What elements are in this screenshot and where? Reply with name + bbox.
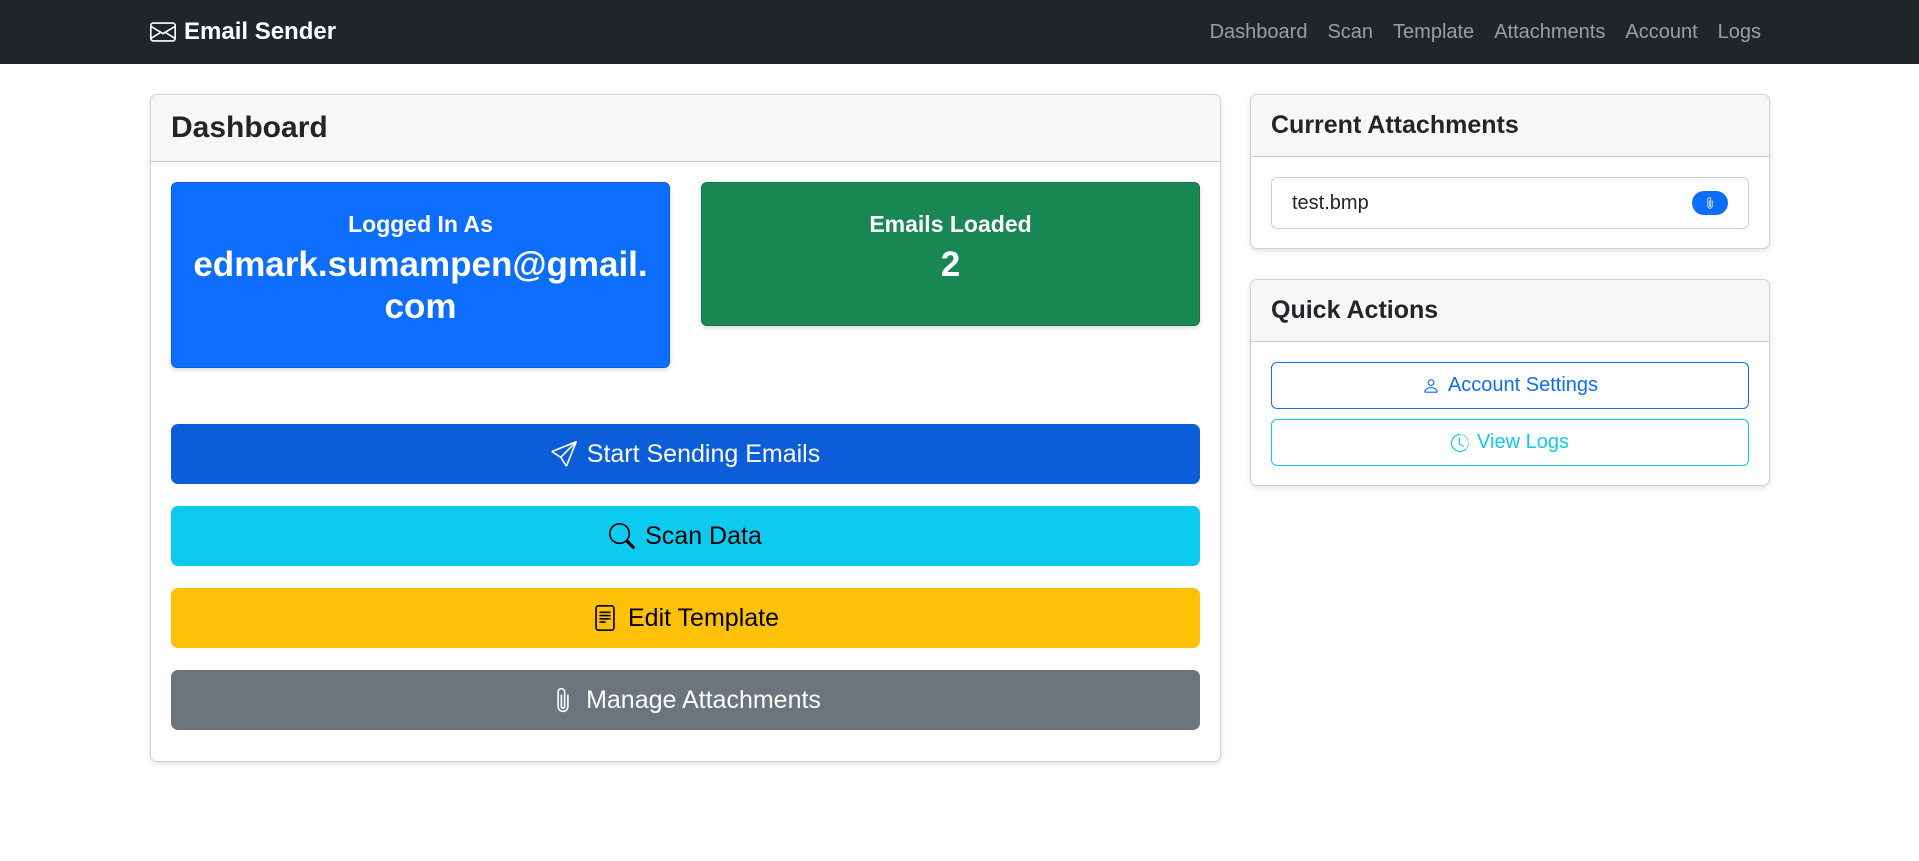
nav-link-logs[interactable]: Logs	[1718, 21, 1761, 44]
nav-links: Dashboard Scan Template Attachments Acco…	[1210, 0, 1761, 64]
attachment-name: test.bmp	[1292, 191, 1369, 214]
quick-actions-title: Quick Actions	[1251, 280, 1769, 342]
search-icon	[609, 523, 636, 549]
brand-link[interactable]: Email Sender	[150, 0, 336, 64]
start-sending-button[interactable]: Start Sending Emails	[171, 424, 1200, 484]
view-logs-label: View Logs	[1477, 431, 1569, 453]
page-title: Dashboard	[151, 95, 1220, 162]
emails-loaded-label: Emails Loaded	[869, 211, 1032, 237]
account-settings-label: Account Settings	[1447, 374, 1599, 396]
scan-data-label: Scan Data	[645, 521, 762, 550]
view-logs-button[interactable]: View Logs	[1271, 419, 1749, 466]
nav-link-attachments[interactable]: Attachments	[1494, 21, 1605, 44]
nav-link-dashboard[interactable]: Dashboard	[1210, 21, 1308, 44]
manage-attachments-button[interactable]: Manage Attachments	[171, 670, 1200, 730]
nav-link-scan[interactable]: Scan	[1327, 21, 1373, 44]
clock-history-icon	[1451, 433, 1470, 452]
list-item: test.bmp	[1271, 177, 1749, 229]
nav-link-account[interactable]: Account	[1625, 21, 1697, 44]
scan-data-button[interactable]: Scan Data	[171, 506, 1200, 566]
manage-attachments-label: Manage Attachments	[586, 685, 821, 714]
attachment-badge	[1692, 191, 1728, 215]
emails-loaded-stat: Emails Loaded 2	[701, 182, 1200, 326]
quick-actions-card: Quick Actions Account Settings View Logs	[1250, 279, 1770, 486]
brand-label: Email Sender	[184, 18, 337, 45]
nav-link-template[interactable]: Template	[1393, 21, 1474, 44]
person-icon	[1424, 378, 1438, 393]
logged-in-stat: Logged In As edmark.sumampen@gmail.com	[171, 182, 670, 368]
envelope-icon	[150, 22, 176, 42]
start-sending-label: Start Sending Emails	[586, 439, 821, 468]
navbar: Email Sender Dashboard Scan Template Att…	[0, 0, 1919, 64]
logged-in-value: edmark.sumampen@gmail.com	[193, 245, 648, 326]
edit-template-button[interactable]: Edit Template	[171, 588, 1200, 648]
file-text-icon	[595, 605, 615, 631]
emails-loaded-value: 2	[940, 245, 961, 284]
edit-template-label: Edit Template	[627, 603, 779, 632]
paperclip-icon	[1707, 197, 1713, 209]
dashboard-card: Dashboard Logged In As edmark.sumampen@g…	[150, 94, 1221, 762]
paperclip-icon	[557, 687, 569, 713]
send-icon	[551, 441, 577, 467]
current-attachments-card: Current Attachments test.bmp	[1250, 94, 1770, 249]
account-settings-button[interactable]: Account Settings	[1271, 362, 1749, 409]
logged-in-label: Logged In As	[348, 211, 493, 237]
current-attachments-title: Current Attachments	[1251, 95, 1769, 157]
